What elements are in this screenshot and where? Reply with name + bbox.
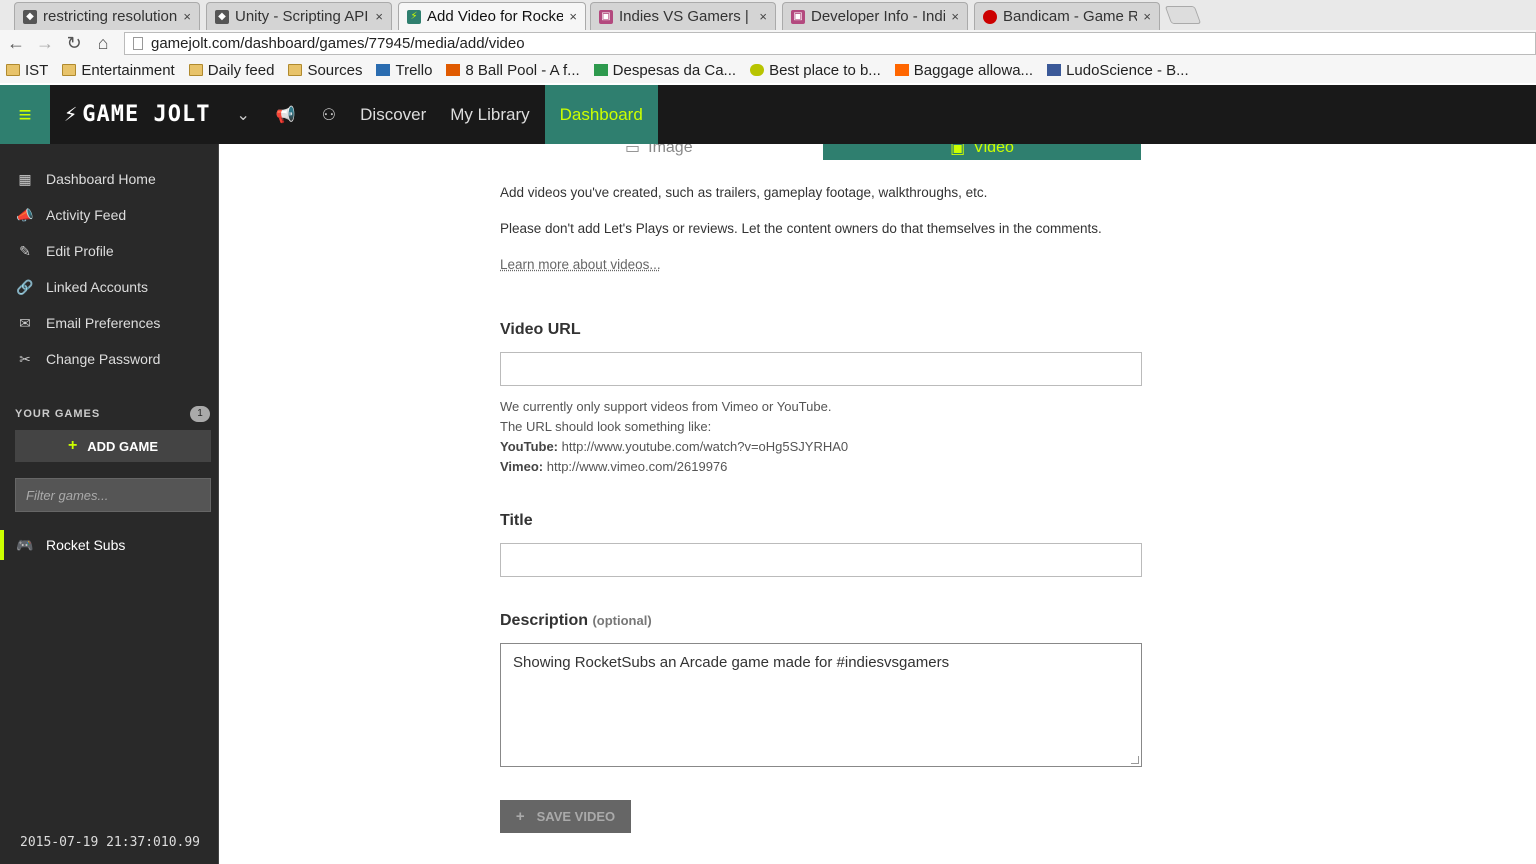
sheets-icon xyxy=(593,64,608,76)
browser-tab[interactable]: Bandicam - Game Re × xyxy=(974,2,1160,30)
unity-icon: ◆ xyxy=(23,9,37,24)
close-tab-icon[interactable]: × xyxy=(759,9,767,24)
unity-icon: ◆ xyxy=(215,9,229,24)
smiley-icon xyxy=(750,64,765,76)
sidebar-item-dashboard-home[interactable]: ▦ Dashboard Home xyxy=(0,164,219,194)
page-icon xyxy=(133,37,143,50)
tab-image[interactable]: ▭ Image xyxy=(625,144,805,160)
bookmark-despesas[interactable]: Despesas da Ca... xyxy=(593,62,736,79)
title-input[interactable] xyxy=(500,543,1142,577)
gamejolt-icon: ⚡ xyxy=(407,9,421,24)
forward-arrow-icon[interactable]: → xyxy=(32,32,58,56)
browser-tab-active[interactable]: ⚡ Add Video for Rocke × xyxy=(398,2,586,30)
close-tab-icon[interactable]: × xyxy=(375,9,383,24)
sidebar-item-linked-accounts[interactable]: 🔗 Linked Accounts xyxy=(0,272,219,302)
url-text: gamejolt.com/dashboard/games/77945/media… xyxy=(151,35,525,52)
browser-tab[interactable]: ◆ Unity - Scripting API: × xyxy=(206,2,392,30)
trello-icon xyxy=(376,64,391,76)
tab-video[interactable]: ▣ Video xyxy=(823,144,1141,160)
bookmark-sources[interactable]: Sources xyxy=(288,62,362,79)
browser-tab[interactable]: ▣ Developer Info - Indi × xyxy=(782,2,968,30)
bolt-icon: ⚡ xyxy=(64,102,79,127)
ivg-icon: ▣ xyxy=(791,9,805,24)
sidebar: ▦ Dashboard Home 📣 Activity Feed ✎ Edit Pro… xyxy=(0,144,219,864)
bookmark-baggage[interactable]: Baggage allowa... xyxy=(894,62,1033,79)
link-icon: 🔗 xyxy=(16,278,34,295)
folder-icon xyxy=(188,64,203,76)
folder-icon xyxy=(288,64,303,76)
title-label: Title xyxy=(500,512,533,529)
plus-icon: + xyxy=(515,808,525,825)
chevron-down-icon[interactable]: ⌄ xyxy=(236,105,249,125)
main-content: ▭ Image ▣ Video Add videos you've created,… xyxy=(220,144,1536,864)
bookmarks-bar: IST Entertainment Daily feed Sources Tre… xyxy=(0,57,1536,83)
nav-my-library[interactable]: My Library xyxy=(450,105,529,125)
hierarchy-icon[interactable]: ⚇ xyxy=(322,105,336,125)
save-video-button[interactable]: + SAVE VIDEO xyxy=(500,800,631,833)
intro-text: Add videos you've created, such as trail… xyxy=(500,185,988,200)
play-icon xyxy=(446,64,461,76)
home-icon[interactable]: ⌂ xyxy=(90,32,116,56)
learn-more-link[interactable]: Learn more about videos... xyxy=(500,257,661,272)
close-tab-icon[interactable]: × xyxy=(183,9,191,24)
games-count-badge: 1 xyxy=(190,406,210,422)
sidebar-item-activity-feed[interactable]: 📣 Activity Feed xyxy=(0,200,219,230)
description-textarea[interactable]: Showing RocketSubs an Arcade game made f… xyxy=(500,643,1142,767)
bookmark-daily-feed[interactable]: Daily feed xyxy=(188,62,274,79)
browser-tab-bar: ◆ restricting resolution × ◆ Unity - Scr… xyxy=(0,0,1536,30)
video-url-help: We currently only support videos from Vi… xyxy=(500,399,849,474)
bookmark-best-place[interactable]: Best place to b... xyxy=(750,62,881,79)
folder-icon xyxy=(62,64,77,76)
close-tab-icon[interactable]: × xyxy=(951,9,959,24)
envelope-icon: ✉ xyxy=(19,314,31,331)
recording-timestamp: 2015-07-19 21:37:010.99 xyxy=(20,835,201,850)
nav-discover[interactable]: Discover xyxy=(360,105,426,125)
back-arrow-icon[interactable]: ← xyxy=(3,32,29,56)
video-url-label: Video URL xyxy=(500,321,581,338)
video-icon: ▣ xyxy=(950,144,966,157)
bandicam-icon xyxy=(983,9,997,24)
bookmark-entertainment[interactable]: Entertainment xyxy=(62,62,175,79)
image-icon: ▭ xyxy=(625,144,641,157)
browser-toolbar: ← → ↻ ⌂ gamejolt.com/dashboard/games/779… xyxy=(0,30,1536,57)
dashboard-icon: ▦ xyxy=(18,170,32,187)
description-label: Description (optional) xyxy=(500,612,652,629)
browser-tab[interactable]: ▣ Indies VS Gamers | G × xyxy=(590,2,776,30)
nav-dashboard[interactable]: Dashboard xyxy=(544,85,658,144)
easyjet-icon xyxy=(894,64,909,76)
video-url-input[interactable] xyxy=(500,352,1142,386)
address-bar[interactable]: gamejolt.com/dashboard/games/77945/media… xyxy=(124,32,1536,55)
ivg-icon: ▣ xyxy=(599,9,613,24)
sidebar-item-edit-profile[interactable]: ✎ Edit Profile xyxy=(0,236,219,266)
new-tab-button[interactable] xyxy=(1164,6,1202,24)
browser-tab[interactable]: ◆ restricting resolution × xyxy=(14,2,200,30)
plus-icon: + xyxy=(67,437,78,454)
resize-handle[interactable] xyxy=(1131,756,1139,764)
bookmark-trello[interactable]: Trello xyxy=(376,62,432,79)
bookmark-8-ball-pool[interactable]: 8 Ball Pool - A f... xyxy=(446,62,580,79)
policy-text: Please don't add Let's Plays or reviews.… xyxy=(500,221,1102,236)
megaphone-icon: 📣 xyxy=(16,206,34,223)
your-games-heading: YOUR GAMES xyxy=(15,408,101,420)
gamejolt-logo[interactable]: ⚡ GAME JOLT xyxy=(64,102,210,127)
add-game-button[interactable]: + ADD GAME xyxy=(15,430,211,462)
hamburger-menu-icon[interactable]: ≡ xyxy=(0,85,50,144)
megaphone-icon[interactable]: 📢 xyxy=(276,105,296,125)
gamepad-icon: 🎮 xyxy=(16,536,34,553)
sidebar-item-email-preferences[interactable]: ✉ Email Preferences xyxy=(0,308,219,338)
bookmark-ist[interactable]: IST xyxy=(6,62,48,79)
site-header: ≡ ⚡ GAME JOLT ⌄ 📢 ⚇ Discover My Library D… xyxy=(0,85,1536,144)
filter-games-input[interactable]: Filter games... xyxy=(15,478,211,512)
facebook-icon xyxy=(1047,64,1062,76)
pencil-icon: ✎ xyxy=(19,242,31,259)
bookmark-ludoscience[interactable]: LudoScience - B... xyxy=(1047,62,1189,79)
reload-icon[interactable]: ↻ xyxy=(61,32,87,56)
close-tab-icon[interactable]: × xyxy=(569,9,577,24)
folder-icon xyxy=(6,64,20,76)
close-tab-icon[interactable]: × xyxy=(1143,9,1151,24)
sidebar-item-change-password[interactable]: ✂ Change Password xyxy=(0,344,219,374)
tools-icon: ✂ xyxy=(19,350,31,367)
sidebar-game-rocket-subs[interactable]: 🎮 Rocket Subs xyxy=(0,530,219,560)
